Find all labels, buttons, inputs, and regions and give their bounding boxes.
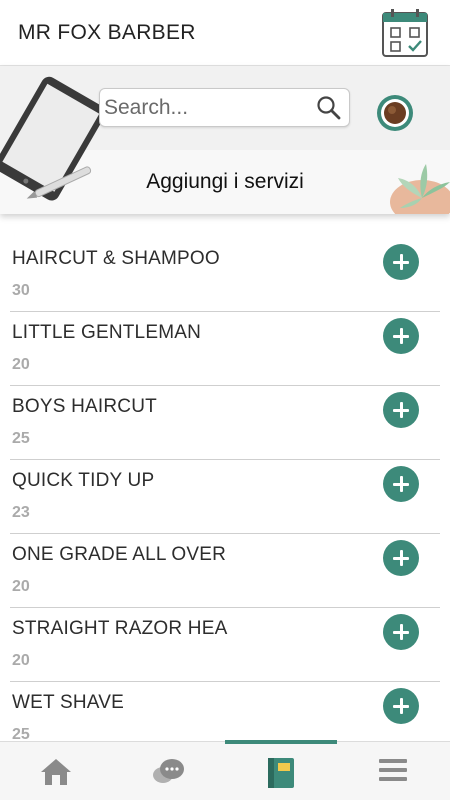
- add-service-button[interactable]: [383, 540, 419, 576]
- service-duration: 23: [12, 504, 30, 521]
- service-duration: 20: [12, 578, 30, 595]
- service-name: WET SHAVE: [12, 692, 124, 713]
- add-service-button[interactable]: [383, 244, 419, 280]
- service-name: BOYS HAIRCUT: [12, 396, 157, 417]
- tab-menu[interactable]: [337, 742, 449, 801]
- app-header: MR FOX BARBER: [0, 0, 450, 66]
- service-duration: 25: [12, 430, 30, 447]
- add-service-button[interactable]: [383, 466, 419, 502]
- section-title: Aggiungi i servizi: [146, 170, 304, 193]
- service-name: STRAIGHT RAZOR HEA: [12, 618, 228, 639]
- add-service-button[interactable]: [383, 318, 419, 354]
- menu-icon: [379, 759, 407, 781]
- home-icon: [41, 759, 71, 785]
- services-list: HAIRCUT & SHAMPOO 30 LITTLE GENTLEMAN 20…: [0, 238, 450, 756]
- service-name: HAIRCUT & SHAMPOO: [12, 248, 220, 269]
- add-service-button[interactable]: [383, 614, 419, 650]
- list-item[interactable]: QUICK TIDY UP 23: [0, 460, 450, 534]
- app-title: MR FOX BARBER: [18, 21, 196, 44]
- list-item[interactable]: ONE GRADE ALL OVER 20: [0, 534, 450, 608]
- plant-decoration-icon: [390, 164, 450, 214]
- bottom-tab-bar: [0, 740, 450, 801]
- add-service-button[interactable]: [383, 688, 419, 724]
- tab-home[interactable]: [0, 742, 112, 801]
- search-icon[interactable]: [316, 95, 342, 121]
- service-duration: 20: [12, 356, 30, 373]
- chat-icon: [153, 759, 184, 783]
- service-name: QUICK TIDY UP: [12, 470, 155, 491]
- tab-chat[interactable]: [112, 742, 224, 801]
- tab-bookings[interactable]: [225, 740, 337, 801]
- calendar-check-icon[interactable]: [381, 8, 429, 58]
- book-icon: [268, 758, 294, 788]
- list-item[interactable]: BOYS HAIRCUT 25: [0, 386, 450, 460]
- search-input[interactable]: [104, 93, 304, 122]
- search-box[interactable]: [99, 88, 350, 127]
- list-item[interactable]: HAIRCUT & SHAMPOO 30: [0, 238, 450, 312]
- list-item[interactable]: LITTLE GENTLEMAN 20: [0, 312, 450, 386]
- service-name: LITTLE GENTLEMAN: [12, 322, 202, 343]
- service-name: ONE GRADE ALL OVER: [12, 544, 227, 565]
- service-duration: 20: [12, 652, 30, 669]
- services-banner: Aggiungi i servizi: [0, 66, 450, 214]
- list-item[interactable]: STRAIGHT RAZOR HEA 20: [0, 608, 450, 682]
- service-duration: 30: [12, 282, 30, 299]
- add-service-button[interactable]: [383, 392, 419, 428]
- coffee-cup-icon: [377, 95, 413, 131]
